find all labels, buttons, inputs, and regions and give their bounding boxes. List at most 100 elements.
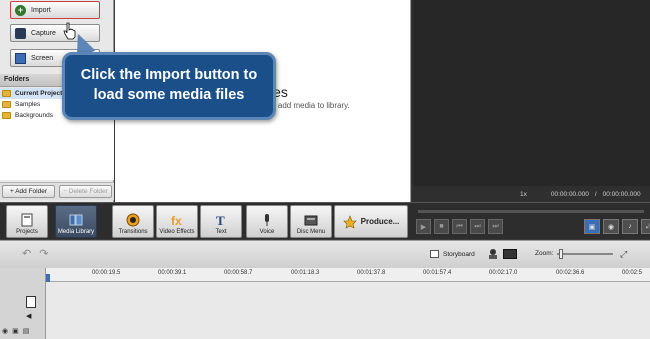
text-label: Text (215, 229, 227, 235)
audio-track-icon: ◀ (26, 313, 32, 320)
transitions-button[interactable]: Transitions (112, 205, 154, 238)
tooltip-line-1: Click the Import button to (80, 67, 258, 83)
media-library-icon (69, 214, 83, 226)
delete-folder-button[interactable]: − Delete Folder (59, 185, 112, 198)
video-effects-label: Video Effects (159, 229, 195, 235)
ruler-tick: 00:00:39.1 (158, 270, 187, 276)
timeline-tracks[interactable] (46, 282, 650, 339)
stop-button[interactable]: ■ (434, 219, 449, 234)
monitor-icon[interactable] (503, 249, 517, 259)
preview-progress-bar[interactable] (418, 210, 644, 213)
svg-text:fx: fx (171, 214, 182, 227)
import-label: Import (31, 6, 51, 14)
screen-icon (15, 52, 26, 64)
library-empty-hint: to add media to library. (269, 101, 350, 110)
timeline-ruler[interactable]: 00:00:19.5 00:00:39.1 00:00:58.7 00:01:1… (46, 268, 650, 282)
zoom-label: Zoom: (535, 250, 554, 257)
folder-name: Samples (15, 101, 41, 108)
transitions-label: Transitions (118, 229, 148, 235)
fit-to-window-icon[interactable]: ⤢ (620, 249, 627, 260)
visibility-icon[interactable]: ◉ (2, 327, 8, 335)
skip-end-button[interactable]: ⏭ (488, 219, 503, 234)
media-library-label: Media Library (57, 229, 95, 235)
capture-icon (15, 27, 26, 39)
ruler-tick: 00:01:37.8 (357, 270, 386, 276)
volume-icon[interactable]: ♪ (622, 219, 638, 234)
video-effects-icon: fx (171, 214, 182, 227)
tooltip-line-2: load some media files (93, 87, 245, 103)
preview-tools: ▣ ◉ ♪ ⤢ (584, 219, 650, 235)
folder-name: Backgrounds (15, 112, 53, 119)
main-toolbar: Projects Media Library Transitions fx Vi… (0, 202, 650, 239)
produce-icon (342, 214, 357, 229)
voice-button[interactable]: Voice (246, 205, 288, 238)
capture-label: Capture (31, 29, 56, 37)
redo-icon[interactable]: ↷ (39, 247, 48, 260)
ruler-tick: 00:02:36.6 (556, 270, 585, 276)
video-effects-button[interactable]: fx Video Effects (156, 205, 198, 238)
folder-icon (2, 112, 11, 119)
hand-cursor-icon (63, 22, 76, 40)
screen-label: Screen (31, 54, 54, 62)
produce-button[interactable]: Produce... (334, 205, 408, 238)
import-tooltip: Click the Import button to load some med… (62, 52, 276, 120)
storyboard-toggle[interactable]: Storyboard (430, 250, 475, 258)
media-library-button[interactable]: Media Library (55, 205, 97, 238)
trash-icon[interactable]: ▤ (23, 327, 30, 335)
preview-status-bar: 1x 00:00:00.000 / 00:00:00.000 (412, 186, 650, 202)
microphone-icon (265, 214, 269, 226)
folder-icon (2, 101, 11, 108)
zoom-control: Zoom: (535, 248, 614, 259)
ruler-tick: 00:02:5 (622, 270, 643, 276)
disc-menu-icon (304, 215, 318, 226)
app-window: + Import Capture Screen Folders Current … (0, 0, 650, 339)
text-button[interactable]: T Text (200, 205, 242, 238)
transitions-icon (126, 213, 140, 227)
disc-menu-button[interactable]: Disc Menu (290, 205, 332, 238)
previous-frame-button[interactable]: ⏮ (452, 219, 467, 234)
time-separator: / (594, 190, 597, 198)
zoom-slider-knob[interactable] (559, 248, 564, 259)
playhead-marker[interactable] (46, 274, 50, 282)
voice-label: Voice (259, 229, 275, 235)
ruler-tick: 00:01:57.4 (423, 270, 452, 276)
play-button[interactable]: ▶ (416, 219, 431, 234)
track-icons: ◀ (26, 296, 36, 320)
folder-name: Current Project (15, 90, 63, 97)
folder-actions: + Add Folder − Delete Folder (0, 182, 114, 200)
import-plus-icon: + (15, 4, 26, 16)
folder-icon (2, 90, 11, 97)
ruler-tick: 00:00:58.7 (224, 270, 253, 276)
preview-screen (414, 0, 650, 186)
preview-panel: 1x 00:00:00.000 / 00:00:00.000 (412, 0, 650, 202)
track-options: ◉ ▣ ▤ (2, 327, 29, 335)
ruler-tick: 00:02:17.0 (489, 270, 518, 276)
next-frame-button[interactable]: ⏭ (470, 219, 485, 234)
projects-button[interactable]: Projects (6, 205, 48, 238)
projects-icon (21, 213, 33, 227)
import-button[interactable]: + Import (10, 1, 100, 19)
speed-readout: 1x (520, 190, 527, 198)
camera-icon[interactable]: ◉ (603, 219, 619, 234)
undo-icon[interactable]: ↶ (22, 247, 31, 260)
video-track-icon (26, 296, 36, 308)
timeline-toolbar: ↶ ↷ Storyboard Zoom: ⤢ (0, 240, 650, 268)
snapshot-icon[interactable]: ▣ (584, 219, 600, 234)
produce-label: Produce... (360, 217, 400, 226)
text-icon: T (216, 213, 225, 227)
disc-menu-label: Disc Menu (296, 229, 326, 235)
fullscreen-icon[interactable]: ⤢ (641, 219, 650, 234)
storyboard-icon (430, 250, 439, 258)
voice-record-icon[interactable] (487, 248, 499, 260)
time-total: 00:00:00.000 (602, 190, 641, 198)
playback-controls: ▶ ■ ⏮ ⏭ ⏭ (416, 219, 503, 235)
lock-icon[interactable]: ▣ (12, 327, 19, 335)
svg-text:T: T (216, 213, 225, 227)
undo-redo-group: ↶ ↷ (22, 247, 48, 260)
ruler-tick: 00:01:18.3 (291, 270, 320, 276)
zoom-slider[interactable] (557, 248, 614, 259)
add-folder-button[interactable]: + Add Folder (2, 185, 55, 198)
ruler-tick: 00:00:19.5 (92, 270, 121, 276)
projects-label: Projects (16, 229, 38, 235)
time-current: 00:00:00.000 (550, 190, 589, 198)
